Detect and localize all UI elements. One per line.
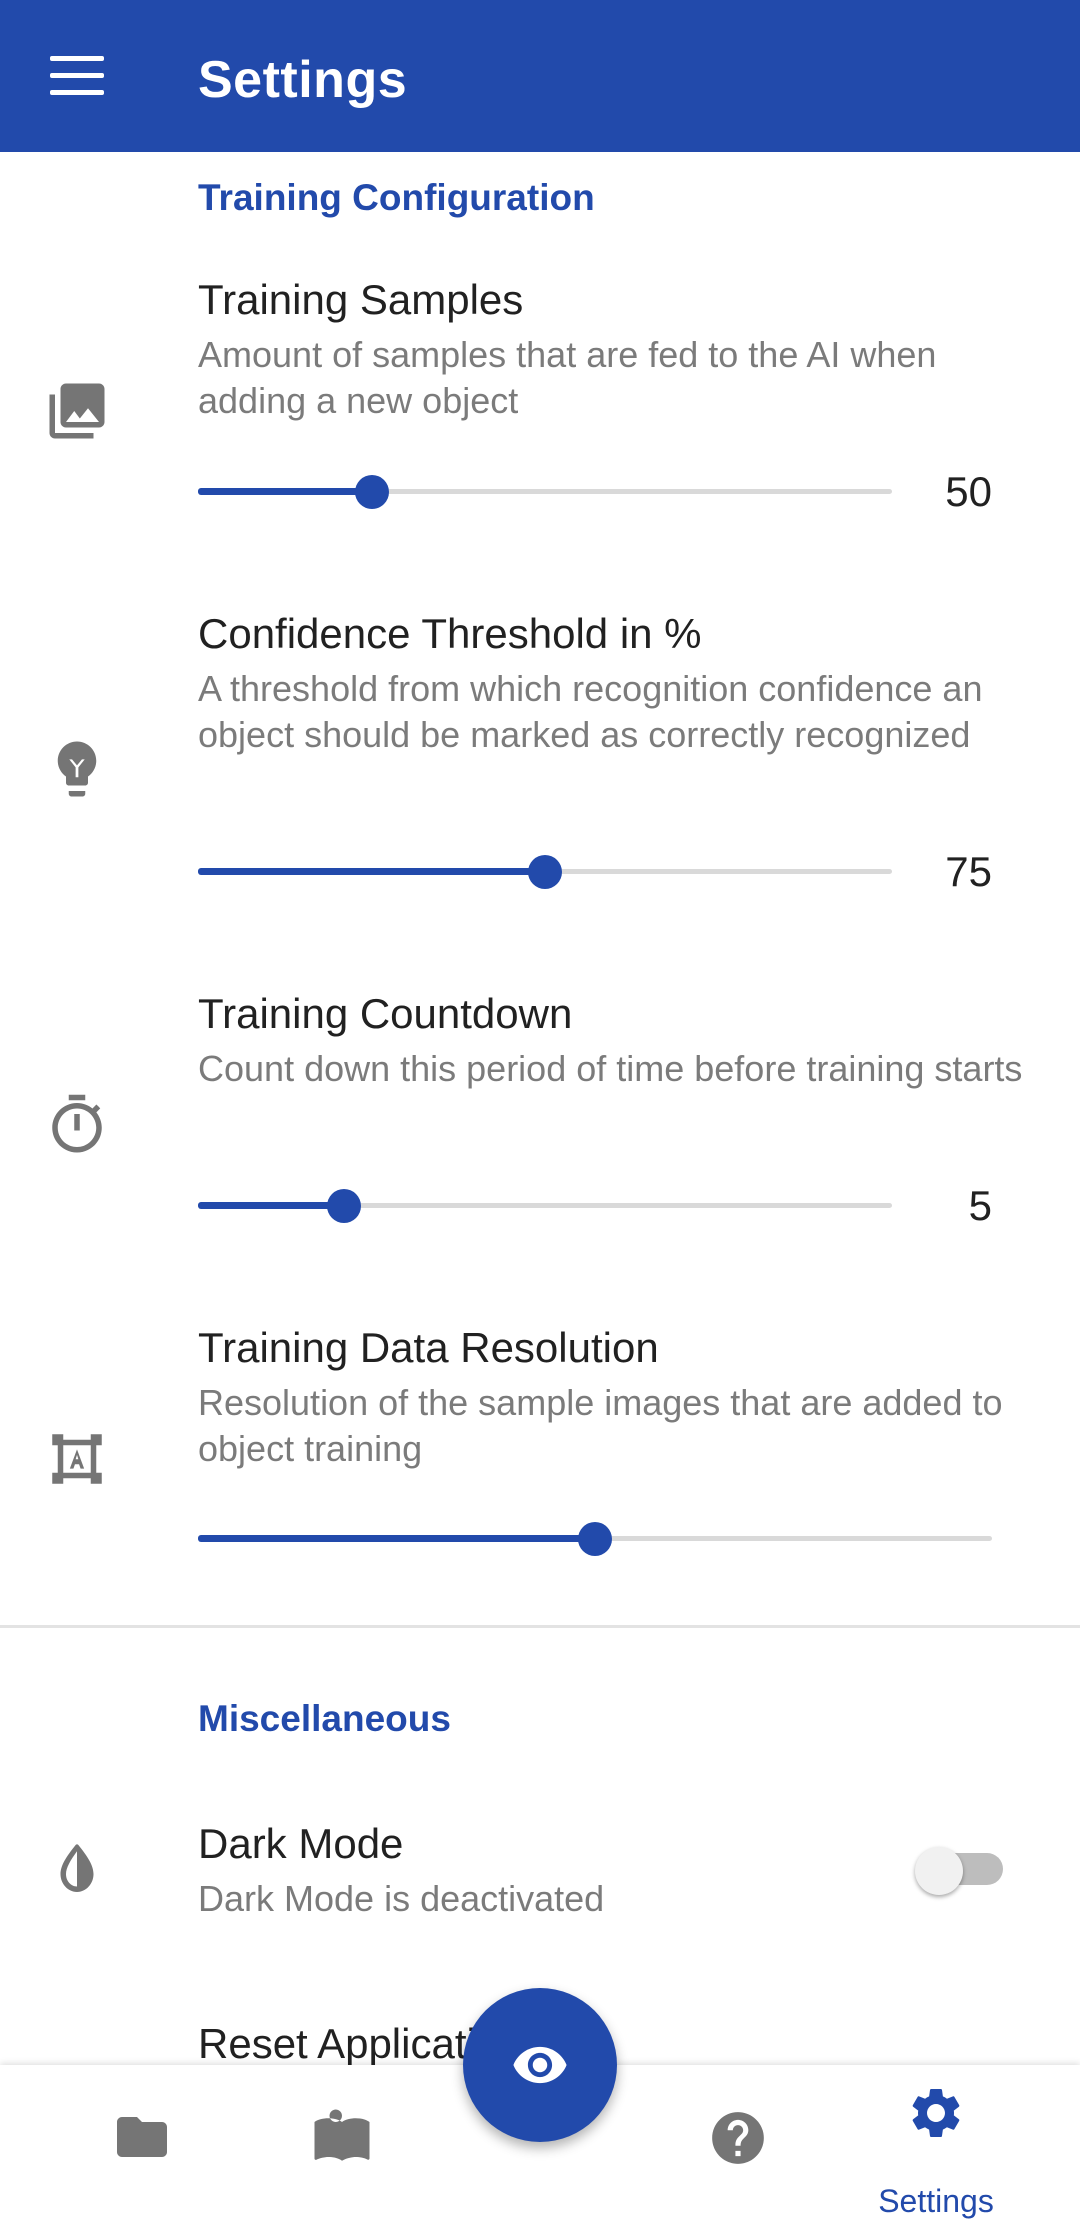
confidence-threshold-slider[interactable] bbox=[198, 851, 892, 891]
folder-icon bbox=[112, 2107, 172, 2172]
help-icon bbox=[707, 2107, 769, 2174]
gear-icon bbox=[906, 2083, 966, 2148]
section-divider bbox=[0, 1625, 1080, 1628]
training-samples-slider[interactable] bbox=[198, 471, 892, 511]
slider-thumb[interactable] bbox=[578, 1522, 612, 1556]
training-samples-summary: Amount of samples that are fed to the AI… bbox=[198, 334, 937, 421]
training-resolution-title: Training Data Resolution bbox=[198, 1324, 659, 1371]
confidence-threshold-summary: A threshold from which recognition confi… bbox=[198, 668, 983, 755]
nav-item-book[interactable] bbox=[252, 2065, 432, 2220]
slider-thumb[interactable] bbox=[326, 1189, 361, 1223]
app-bar: Settings bbox=[0, 0, 1080, 152]
dark-mode-title: Dark Mode bbox=[198, 1820, 404, 1867]
training-countdown-slider[interactable] bbox=[198, 1185, 892, 1225]
training-countdown-title: Training Countdown bbox=[198, 990, 573, 1037]
image-aspect-icon bbox=[44, 1426, 110, 1492]
recognize-fab-button[interactable] bbox=[463, 1988, 617, 2142]
nav-item-settings[interactable]: Settings bbox=[846, 2065, 1026, 2220]
photo-library-icon bbox=[44, 378, 110, 444]
nav-settings-label: Settings bbox=[878, 2183, 994, 2219]
training-resolution-summary: Resolution of the sample images that are… bbox=[198, 1382, 1003, 1469]
slider-thumb[interactable] bbox=[354, 475, 389, 509]
nav-item-folder[interactable] bbox=[52, 2065, 232, 2220]
confidence-threshold-value: 75 bbox=[945, 848, 992, 895]
training-samples-value: 50 bbox=[945, 468, 992, 515]
contrast-drop-icon bbox=[44, 1837, 110, 1903]
menu-icon[interactable] bbox=[50, 56, 104, 96]
book-icon bbox=[312, 2107, 372, 2172]
section-title-training: Training Configuration bbox=[198, 177, 595, 218]
dark-mode-summary: Dark Mode is deactivated bbox=[198, 1878, 605, 1919]
nav-item-help[interactable] bbox=[648, 2065, 828, 2220]
training-countdown-value: 5 bbox=[968, 1182, 992, 1229]
training-samples-title: Training Samples bbox=[198, 276, 524, 323]
page-title: Settings bbox=[198, 51, 408, 109]
training-resolution-slider[interactable] bbox=[198, 1518, 992, 1558]
section-title-misc: Miscellaneous bbox=[198, 1698, 451, 1739]
lightbulb-icon bbox=[44, 736, 110, 802]
dark-mode-switch[interactable] bbox=[915, 1847, 1005, 1895]
training-countdown-summary: Count down this period of time before tr… bbox=[198, 1048, 1023, 1089]
eye-icon bbox=[513, 2046, 567, 2084]
slider-thumb[interactable] bbox=[528, 855, 562, 889]
confidence-threshold-title: Confidence Threshold in % bbox=[198, 610, 702, 657]
timer-icon bbox=[44, 1092, 110, 1158]
